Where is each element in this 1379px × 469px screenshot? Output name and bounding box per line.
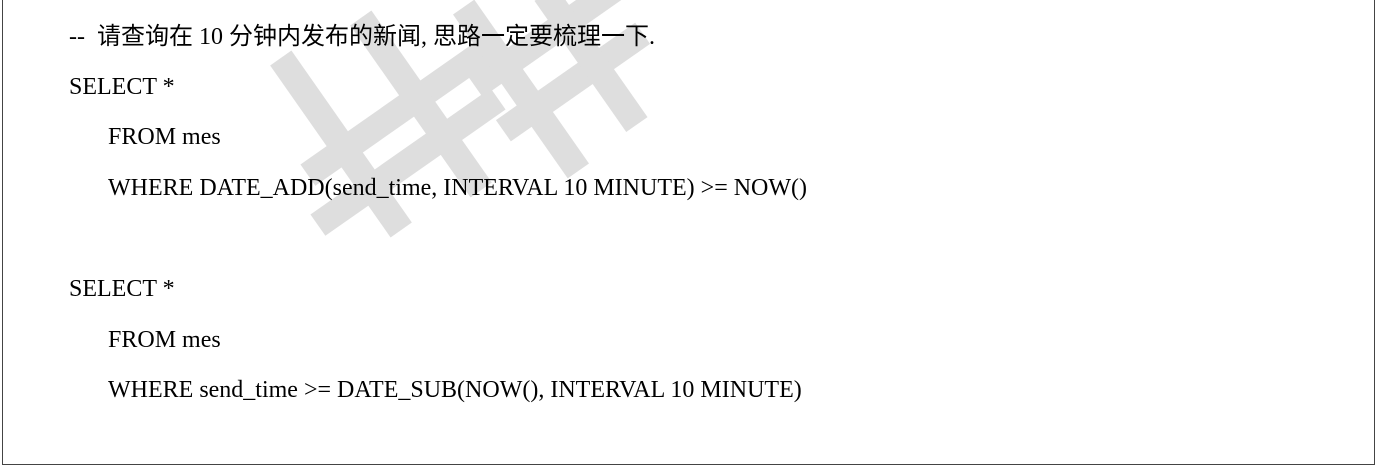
from-line-2: FROM mes [108, 327, 221, 353]
where-line-1: WHERE DATE_ADD(send_time, INTERVAL 10 MI… [108, 175, 808, 201]
comment-line: -- 请查询在 10 分钟内发布的新闻, 思路一定要梳理一下. [69, 24, 655, 50]
from-line-1: FROM mes [108, 124, 221, 150]
select-line-1: SELECT * [69, 74, 175, 100]
code-block: -- 请查询在 10 分钟内发布的新闻, 思路一定要梳理一下. SELECT *… [2, 0, 1375, 465]
where-line-2: WHERE send_time >= DATE_SUB(NOW(), INTER… [108, 377, 802, 403]
select-line-2: SELECT * [69, 276, 175, 302]
